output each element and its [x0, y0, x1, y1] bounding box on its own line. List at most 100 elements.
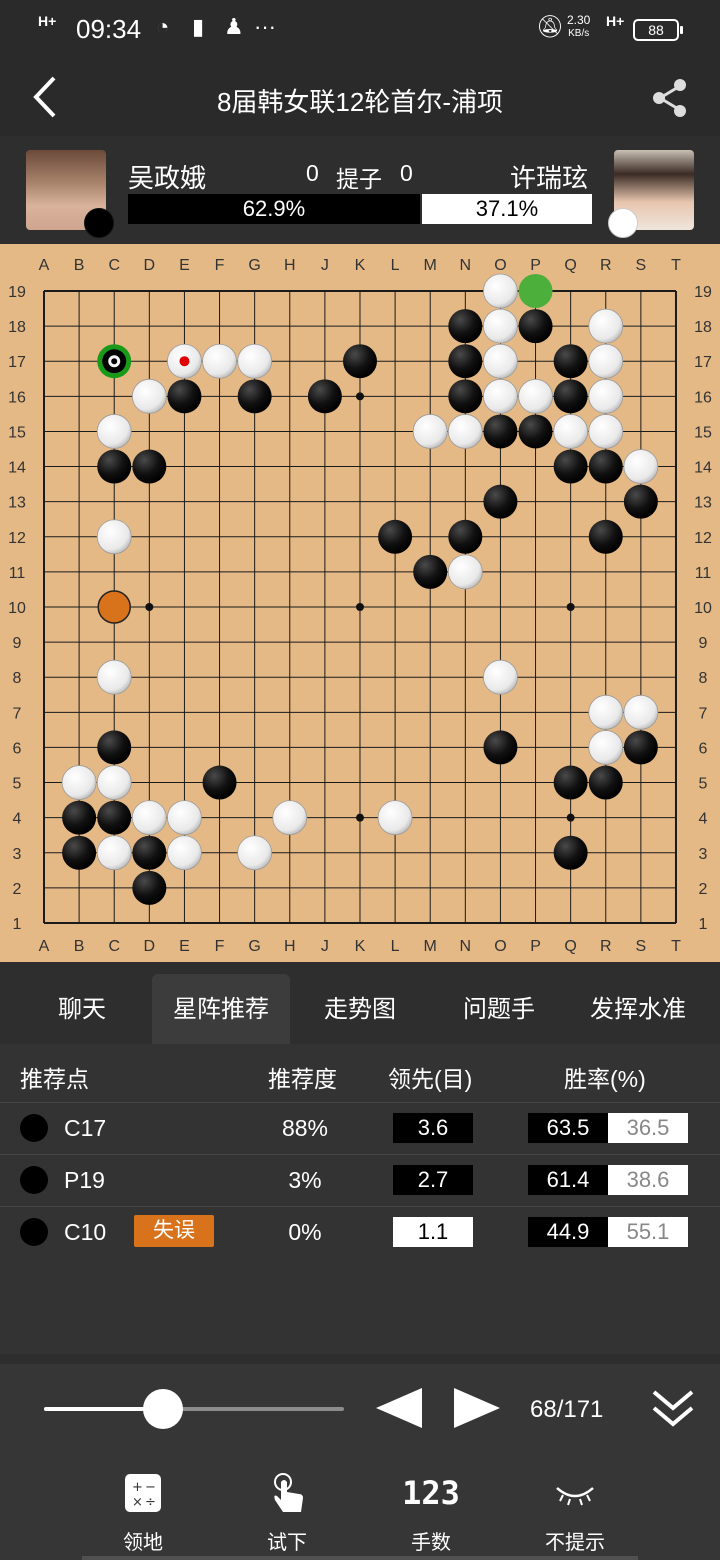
black-player-name: 吴政娥: [128, 163, 207, 193]
white-stone: [61, 765, 97, 800]
column-label: O: [494, 257, 506, 274]
column-label: H: [284, 257, 296, 274]
white-stone: [447, 554, 483, 590]
black-stone: [623, 484, 658, 519]
svg-text:−: −: [145, 1480, 156, 1495]
triangle-left-icon[interactable]: [376, 1388, 422, 1428]
move-numbers-button[interactable]: 123 手数: [376, 1472, 486, 1558]
network-speed: 2.30 KB/s: [567, 13, 591, 40]
table-row[interactable]: P19 3% 2.7 61.4 38.6: [0, 1154, 720, 1207]
white-stone: [483, 378, 518, 414]
column-label: G: [248, 938, 260, 955]
tab-trend-chart[interactable]: 走势图: [290, 974, 430, 1044]
row-label: 15: [694, 424, 712, 441]
playback-controls: 68/171 + − × ÷ 领地 试下 123 手数 不提示: [0, 1364, 720, 1560]
header-point: 推荐点: [20, 1066, 89, 1092]
row-label: 12: [8, 530, 26, 547]
star-point: [566, 602, 575, 611]
speedometer-icon: ◔: [156, 14, 170, 39]
go-board-canvas[interactable]: AABBCCDDEEFFGGHHJJKKLLMMNNOOPPQQRRSSTT19…: [0, 244, 720, 962]
row-white-winrate: 55.1: [608, 1217, 688, 1247]
column-label: C: [108, 257, 120, 274]
column-label: P: [530, 257, 541, 274]
go-board[interactable]: A A B B C C D D E E F F G G H H J J K K L L M M N N O O P P Q Q R R S S T T 19…: [0, 244, 720, 962]
column-label: Q: [564, 257, 576, 274]
row-point: P19: [64, 1167, 105, 1193]
double-chevron-down-icon[interactable]: [650, 1386, 696, 1432]
column-label: F: [215, 257, 225, 274]
black-stone: [97, 730, 132, 765]
move-slider[interactable]: [44, 1389, 344, 1429]
column-label: G: [248, 257, 260, 274]
try-move-button[interactable]: 试下: [232, 1472, 342, 1558]
move-counter: 68/171: [530, 1396, 604, 1423]
row-label: 8: [699, 670, 708, 687]
row-label: 15: [8, 424, 26, 441]
black-stone: [448, 519, 483, 554]
territory-button[interactable]: + − × ÷ 领地: [88, 1472, 198, 1558]
row-label: 17: [694, 354, 712, 371]
black-stone-icon: [20, 1218, 48, 1246]
white-stone: [96, 765, 132, 800]
no-hints-button[interactable]: 不提示: [520, 1472, 630, 1558]
share-icon[interactable]: [648, 76, 692, 120]
try-move-label: 试下: [267, 1532, 307, 1554]
white-stone: [623, 694, 659, 730]
row-label: 12: [694, 530, 712, 547]
status-bar: H+ 09:34 ◔ ▮ ♟ ··· 🔕︎ 2.30 KB/s H+ 88: [0, 0, 720, 58]
black-stone: [553, 344, 588, 379]
svg-text:×: ×: [132, 1495, 143, 1510]
black-stone: [588, 449, 623, 484]
tab-problem-moves[interactable]: 问题手: [430, 974, 568, 1044]
row-label: 11: [695, 565, 712, 582]
network-type-indicator-2: H+: [606, 13, 625, 29]
recommended-move-marker-dot: [111, 358, 118, 365]
table-row[interactable]: C17 88% 3.6 63.5 36.5: [0, 1102, 720, 1155]
white-stone: [483, 308, 518, 344]
black-stone: [588, 519, 623, 554]
eye-closed-icon: [556, 1487, 594, 1506]
tab-ai-recommend[interactable]: 星阵推荐: [152, 974, 290, 1044]
row-label: 6: [699, 740, 708, 757]
black-stone: [378, 519, 413, 554]
star-point: [355, 602, 364, 611]
slider-handle[interactable]: [143, 1389, 184, 1429]
tab-performance[interactable]: 发挥水准: [568, 974, 708, 1044]
black-stone: [167, 379, 202, 414]
column-label: Q: [564, 938, 576, 955]
page-title: 8届韩女联12轮首尔-浦项: [216, 87, 504, 117]
column-label: C: [108, 938, 120, 955]
table-row[interactable]: C10 失误 0% 1.1 44.9 55.1: [0, 1206, 720, 1258]
white-stone: [588, 308, 624, 344]
row-label: 2: [13, 881, 22, 898]
title-bar: 8届韩女联12轮首尔-浦项: [0, 58, 720, 136]
column-label: E: [179, 938, 190, 955]
black-stone: [553, 449, 588, 484]
column-label: F: [215, 938, 225, 955]
column-label: D: [144, 938, 156, 955]
black-stone: [483, 484, 518, 519]
row-label: 19: [8, 284, 26, 301]
black-stone: [97, 449, 132, 484]
white-winrate: 37.1%: [422, 194, 592, 224]
row-label: 3: [13, 846, 22, 863]
column-label: L: [391, 257, 400, 274]
row-label: 13: [8, 495, 26, 512]
column-label: T: [671, 257, 681, 274]
row-label: 5: [699, 776, 708, 793]
star-point: [355, 813, 364, 822]
black-stone: [483, 414, 518, 449]
tab-chat[interactable]: 聊天: [12, 974, 152, 1044]
white-stone: [96, 835, 132, 871]
column-label: D: [144, 257, 156, 274]
row-label: 10: [694, 600, 712, 617]
row-label: 14: [8, 460, 26, 477]
row-point: C10: [64, 1219, 107, 1245]
analysis-tabs: 聊天 星阵推荐 走势图 问题手 发挥水准: [0, 974, 720, 1044]
column-label: K: [355, 257, 366, 274]
number-123-icon: 123: [402, 1474, 460, 1512]
triangle-right-icon[interactable]: [454, 1388, 500, 1428]
white-stone: [96, 519, 132, 555]
black-stone: [132, 449, 167, 484]
black-stone-badge: [84, 208, 114, 238]
